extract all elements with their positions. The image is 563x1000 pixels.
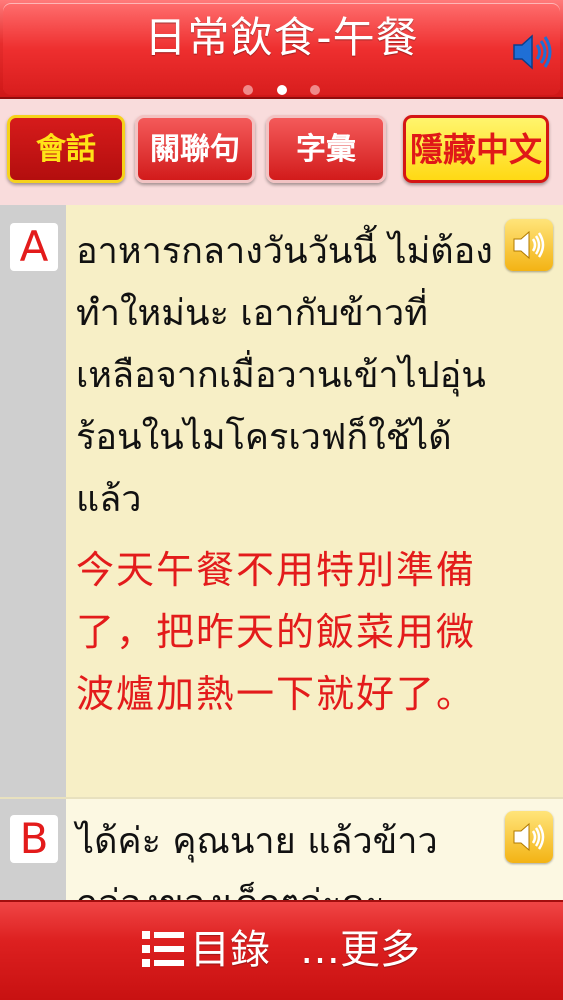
thai-text: ได้ค่ะ คุณนาย แล้วข้าวกล่องของเด็กๆล่ะคะ bbox=[76, 821, 438, 900]
speaker-icon bbox=[513, 822, 545, 852]
speaker-icon bbox=[513, 230, 545, 260]
bottom-toolbar: 目錄 …更多 bbox=[0, 900, 563, 1000]
page-dot[interactable] bbox=[243, 85, 254, 95]
app-header: 日常飲食-午餐 bbox=[0, 0, 563, 99]
more-button[interactable]: …更多 bbox=[300, 920, 420, 980]
tab-related-sentences[interactable]: 關聯句 bbox=[135, 115, 255, 183]
page-dot[interactable] bbox=[309, 85, 320, 95]
play-audio-button[interactable] bbox=[505, 811, 553, 863]
thai-text: อาหารกลางวันวันนี้ ไม่ต้องทำใหม่นะ เอากั… bbox=[76, 231, 493, 520]
tab-conversation[interactable]: 會話 bbox=[7, 115, 125, 183]
list-item: B ได้ค่ะ คุณนาย แล้วข้าวกล่องของเด็กๆล่ะ… bbox=[0, 797, 563, 900]
conversation-list[interactable]: A อาหารกลางวันวันนี้ ไม่ต้องทำใหม่นะ เอา… bbox=[0, 205, 563, 900]
play-audio-button[interactable] bbox=[505, 219, 553, 271]
list-icon bbox=[142, 931, 184, 967]
speaker-label: A bbox=[10, 223, 58, 271]
more-label: 更多 bbox=[340, 927, 420, 973]
speaker-icon[interactable] bbox=[510, 30, 554, 74]
menu-button[interactable]: 目錄 bbox=[142, 920, 270, 980]
speaker-label: B bbox=[10, 815, 58, 863]
list-item: A อาหารกลางวันวันนี้ ไม่ต้องทำใหม่นะ เอา… bbox=[0, 205, 563, 797]
ellipsis-icon: … bbox=[300, 927, 340, 973]
tab-vocabulary[interactable]: 字彙 bbox=[266, 115, 386, 183]
page-indicator bbox=[0, 80, 563, 99]
menu-label: 目錄 bbox=[190, 927, 270, 973]
chinese-text: 今天午餐不用特別準備了，把昨天的飯菜用微波爐加熱一下就好了。 bbox=[76, 548, 477, 716]
hide-chinese-button[interactable]: 隱藏中文 bbox=[403, 115, 549, 183]
page-dot-active[interactable] bbox=[276, 85, 287, 95]
tab-bar: 會話 關聯句 字彙 隱藏中文 bbox=[0, 99, 563, 205]
page-title: 日常飲食-午餐 bbox=[144, 13, 419, 62]
